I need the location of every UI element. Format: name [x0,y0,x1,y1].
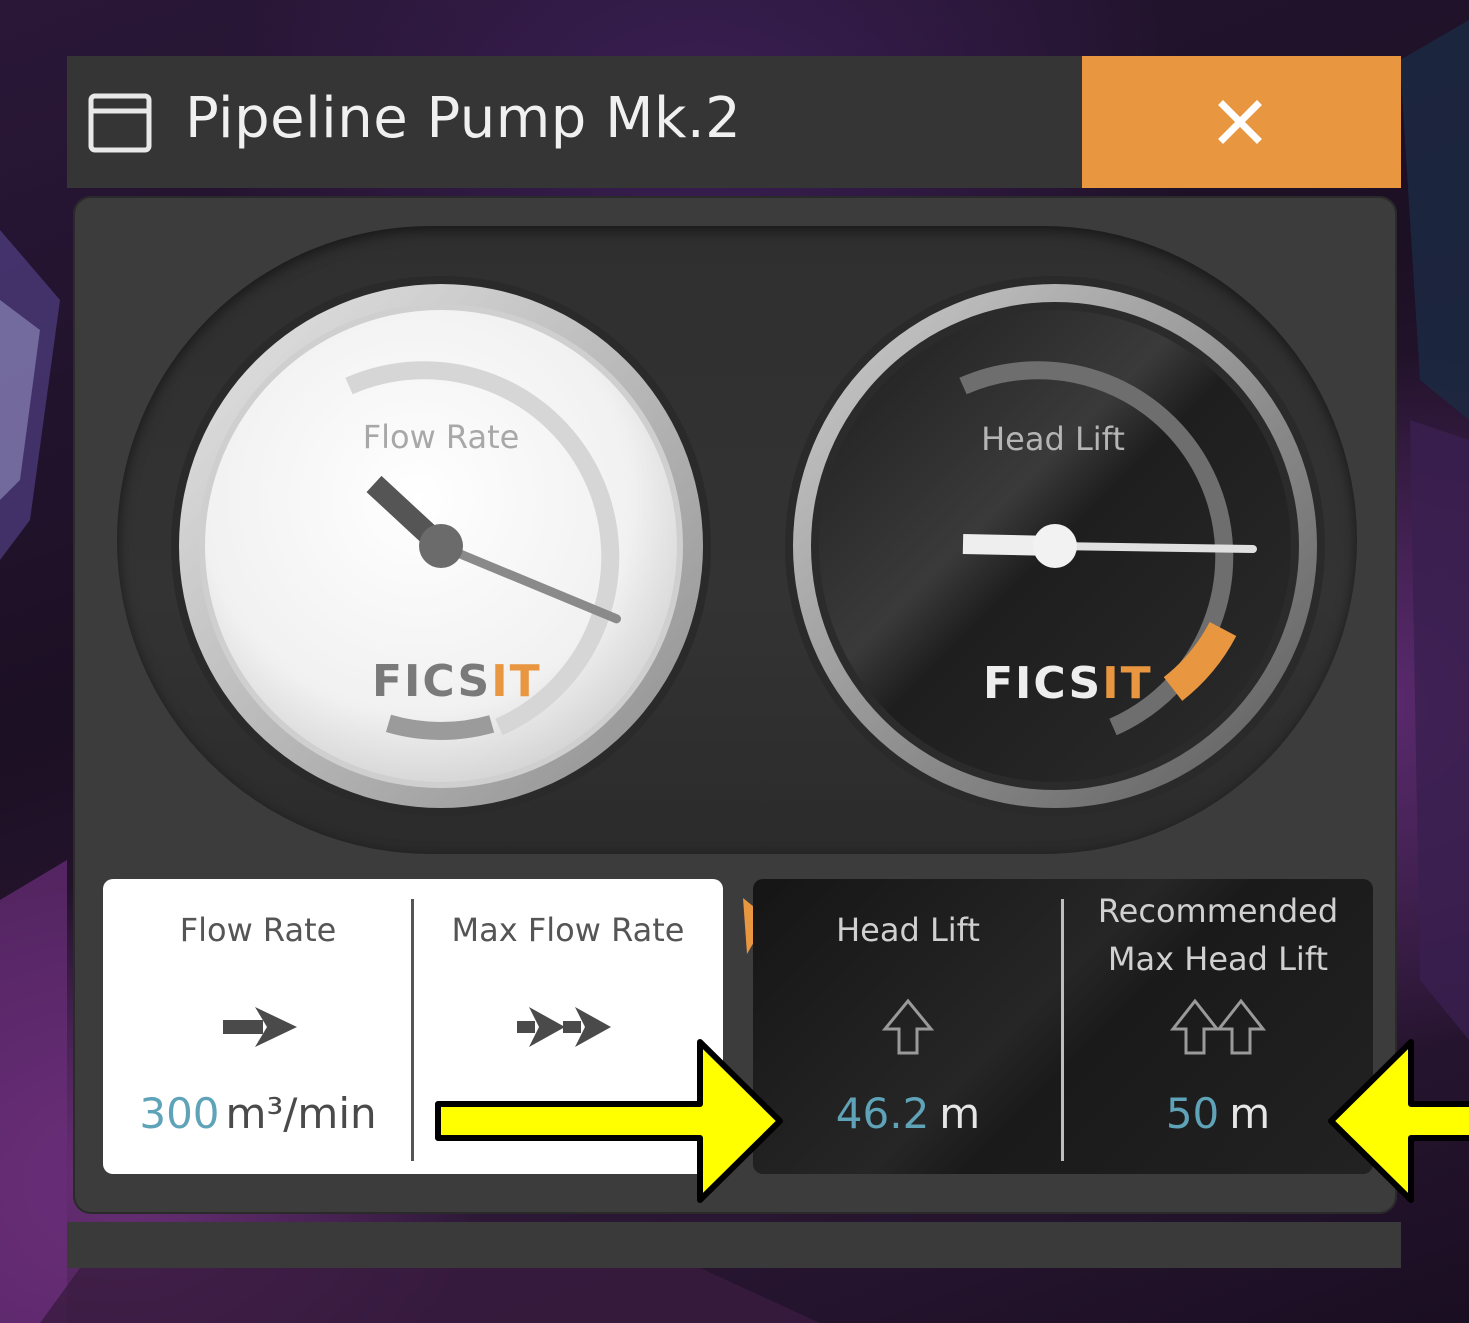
close-icon[interactable] [1218,100,1262,144]
head-lift-stat-title: Head Lift [836,911,980,949]
window-titlebar: Pipeline Pump Mk.2 [67,56,1401,188]
head-lift-needle [1051,542,1257,553]
gauge-bay: Flow Rate FICSIT Head Lift FICSIT [117,226,1357,854]
max-flow-rate-stat-title: Max Flow Rate [451,911,685,949]
flow-rate-level-arc [385,714,495,740]
flow-rate-gauge-label: Flow Rate [362,418,520,456]
window-icon [88,93,152,153]
head-lift-stat: Head Lift 46.2 m [753,879,1063,1174]
head-lift-gauge-label: Head Lift [981,420,1125,458]
window-footer [67,1222,1401,1268]
flow-rate-gauge [171,276,711,816]
flow-rate-stat: Flow Rate 300 m³/min [103,879,413,1174]
close-button[interactable] [1082,56,1401,188]
flow-rate-needle-hub [419,524,463,568]
head-lift-needle-hub [1033,524,1077,568]
arrow-right-icon [223,1007,297,1047]
head-lift-gauge [785,276,1325,816]
ficsit-logo: FICSIT [372,656,542,707]
head-lift-value: 46.2 m [835,1089,981,1138]
recommended-max-head-lift-title: Recommended Max Head Lift [1097,892,1339,978]
flow-rate-value: 300 m³/min [139,1089,377,1138]
ficsit-logo: FICSIT [983,658,1153,709]
head-lift-stats-panel: Head Lift 46.2 m Recommended Max Head Lif… [753,879,1373,1174]
window-title: Pipeline Pump Mk.2 [185,86,742,151]
flow-rate-stat-title: Flow Rate [179,911,337,949]
arrow-up-icon [881,998,935,1055]
annotation-arrow-right [435,1039,783,1203]
annotation-arrow-left [1328,1039,1469,1203]
